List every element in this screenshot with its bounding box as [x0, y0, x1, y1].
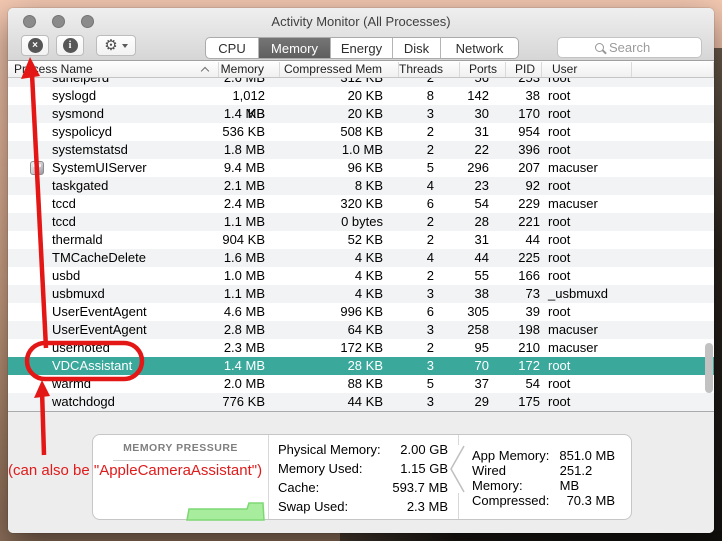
process-row-usbmuxd[interactable]: usbmuxd1.1 MB4 KB33873_usbmuxd [8, 285, 714, 303]
column-header-memory[interactable]: Memory [219, 62, 280, 77]
stat-value: 1.15 GB [400, 461, 448, 476]
stat-value: 851.0 MB [559, 448, 615, 463]
process-row-syslogd[interactable]: syslogd1,012 KB20 KB814238root [8, 87, 714, 105]
tab-disk[interactable]: Disk [392, 38, 440, 58]
memory-stats-left: Physical Memory: 2.00 GB Memory Used: 1.15 … [268, 435, 458, 521]
search-field[interactable] [557, 37, 702, 58]
stat-value: 70.3 MB [567, 493, 615, 508]
window-chrome: Activity Monitor (All Processes) × i ⚙ C… [8, 8, 714, 61]
inspect-process-button[interactable]: i [56, 35, 84, 56]
process-row-taskgated[interactable]: taskgated2.1 MB8 KB42392root [8, 177, 714, 195]
stat-label: Physical Memory: [278, 442, 381, 457]
process-table-body: suhelperd2.6 MB312 KB256253rootsyslogd1,… [8, 78, 714, 411]
process-row-UserEventAgent[interactable]: UserEventAgent2.8 MB64 KB3258198macuser [8, 321, 714, 339]
process-row-systemstatsd[interactable]: systemstatsd1.8 MB1.0 MB222396root [8, 141, 714, 159]
column-header-user[interactable]: User [542, 62, 632, 77]
stat-value: 593.7 MB [392, 480, 448, 495]
process-row-tccd[interactable]: tccd2.4 MB320 KB654229macuser [8, 195, 714, 213]
process-row-usernoted[interactable]: usernoted2.3 MB172 KB295210macuser [8, 339, 714, 357]
clipped-row: suhelperd2.6 MB312 KB256253root [8, 78, 714, 87]
tab-energy[interactable]: Energy [330, 38, 392, 58]
app-icon [30, 161, 44, 175]
process-row-warmd[interactable]: warmd2.0 MB88 KB53754root [8, 375, 714, 393]
info-icon: i [63, 38, 78, 53]
view-tabs: CPUMemoryEnergyDiskNetwork [205, 37, 519, 59]
process-row-sysmond[interactable]: sysmond1.4 MB20 KB330170root [8, 105, 714, 123]
stat-label: Memory Used: [278, 461, 363, 476]
tab-memory[interactable]: Memory [258, 38, 330, 58]
annotation-note: (can also be "AppleCameraAssistant") [8, 462, 262, 479]
settings-menu-button[interactable]: ⚙ [96, 35, 136, 56]
stat-label: Cache: [278, 480, 319, 495]
process-row-tccd[interactable]: tccd1.1 MB0 bytes228221root [8, 213, 714, 231]
vertical-scrollbar-thumb[interactable] [705, 343, 713, 393]
chevron-down-icon [122, 44, 128, 48]
tab-cpu[interactable]: CPU [206, 38, 258, 58]
stat-row: Swap Used: 2.3 MB [278, 499, 448, 514]
sort-ascending-icon [201, 67, 209, 75]
stat-value: 251.2 MB [560, 463, 615, 493]
search-icon [595, 43, 604, 52]
column-header-filler [632, 62, 714, 77]
process-row-usbd[interactable]: usbd1.0 MB4 KB255166root [8, 267, 714, 285]
stat-value: 2.3 MB [407, 499, 448, 514]
column-header-ports[interactable]: Ports [460, 62, 506, 77]
quit-process-button[interactable]: × [21, 35, 49, 56]
process-row-UserEventAgent[interactable]: UserEventAgent4.6 MB996 KB630539root [8, 303, 714, 321]
window-title: Activity Monitor (All Processes) [8, 14, 714, 29]
stat-label: Compressed: [472, 493, 549, 508]
process-row-TMCacheDelete[interactable]: TMCacheDelete1.6 MB4 KB444225root [8, 249, 714, 267]
tab-network[interactable]: Network [440, 38, 518, 58]
column-header-compressed[interactable]: Compressed Mem [280, 62, 399, 77]
memory-stats-right: App Memory: 851.0 MBWired Memory:251.2 MB… [458, 435, 633, 521]
stat-value: 2.00 GB [400, 442, 448, 457]
column-header-process-name[interactable]: Process Name [8, 62, 219, 77]
process-row-thermald[interactable]: thermald904 KB52 KB23144root [8, 231, 714, 249]
process-row-watchdogd[interactable]: watchdogd776 KB44 KB329175root [8, 393, 714, 411]
gear-icon: ⚙ [104, 38, 117, 53]
stat-row: Cache: 593.7 MB [278, 480, 448, 495]
stat-row: Memory Used: 1.15 GB [278, 461, 448, 476]
stat-row: Compressed: 70.3 MB [472, 493, 615, 508]
process-row-SystemUIServer[interactable]: SystemUIServer9.4 MB96 KB5296207macuser [8, 159, 714, 177]
column-header-threads[interactable]: Threads [399, 62, 460, 77]
stat-row: App Memory: 851.0 MB [472, 448, 615, 463]
process-row-syspolicyd[interactable]: syspolicyd536 KB508 KB231954root [8, 123, 714, 141]
column-header-pid[interactable]: PID [506, 62, 542, 77]
search-input[interactable] [609, 40, 664, 55]
table-header: Process Name Memory Compressed Mem Threa… [8, 62, 714, 78]
process-row-suhelperd[interactable]: suhelperd2.6 MB312 KB256253root [8, 78, 714, 87]
stat-label: Wired Memory: [472, 463, 560, 493]
x-octagon-icon: × [28, 38, 43, 53]
process-row-VDCAssistant[interactable]: VDCAssistant1.4 MB28 KB370172root [8, 357, 714, 375]
stat-label: Swap Used: [278, 499, 348, 514]
activity-monitor-window: Activity Monitor (All Processes) × i ⚙ C… [8, 8, 714, 533]
stat-row: Wired Memory:251.2 MB [472, 463, 615, 493]
stat-label: App Memory: [472, 448, 549, 463]
stat-row: Physical Memory: 2.00 GB [278, 442, 448, 457]
